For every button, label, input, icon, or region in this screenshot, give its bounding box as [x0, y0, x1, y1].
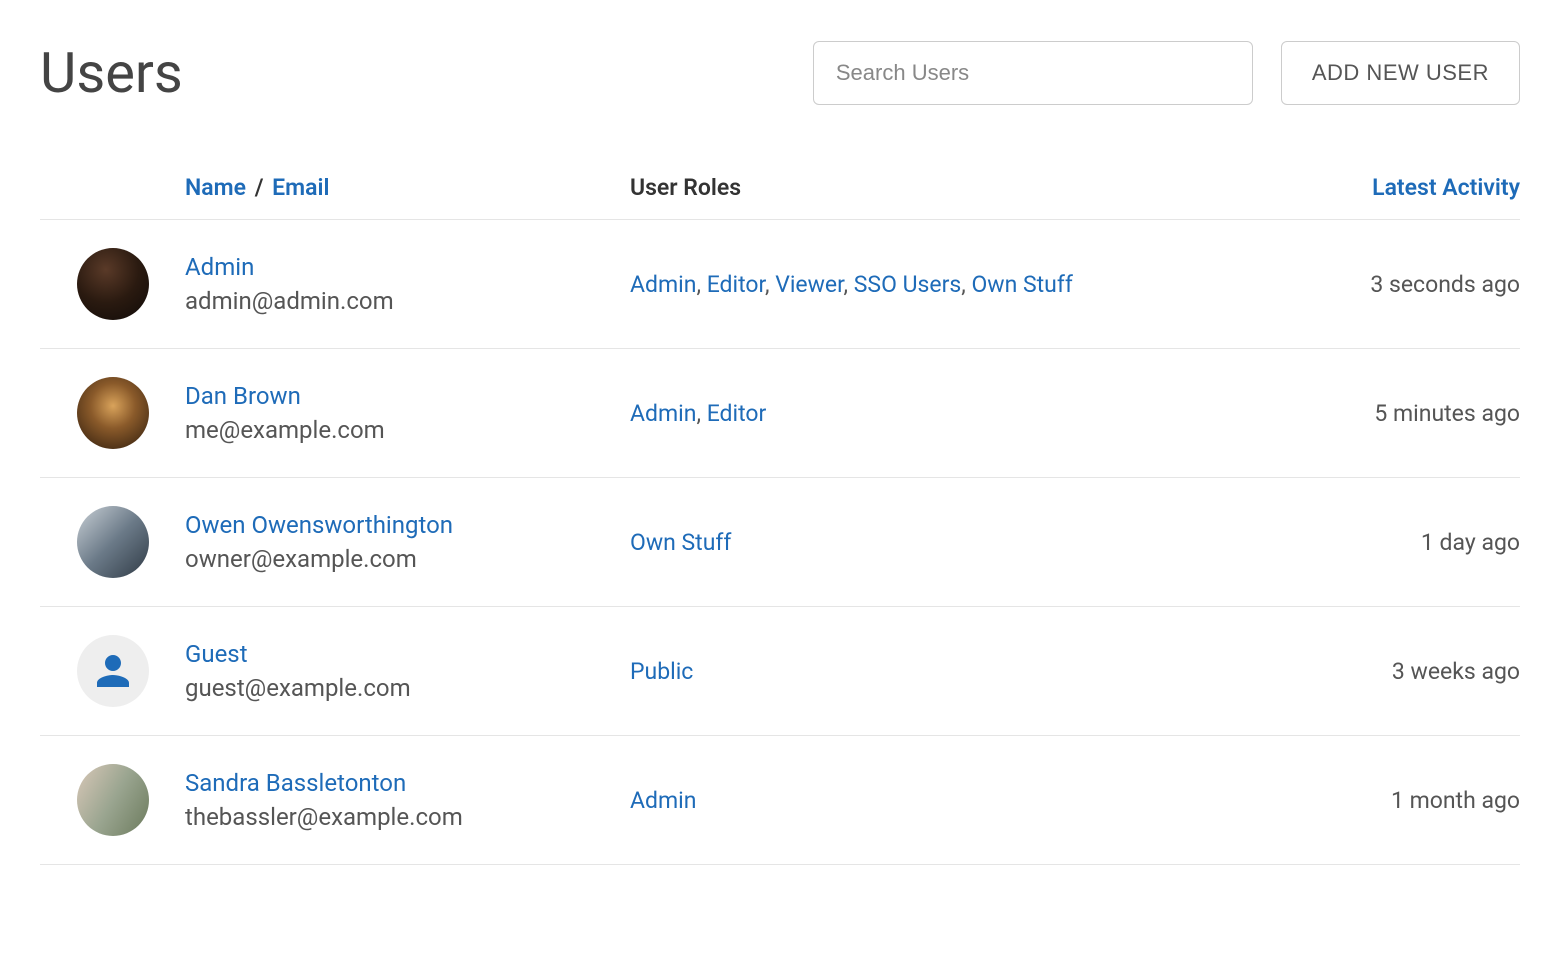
- user-name-link[interactable]: Admin: [185, 253, 630, 281]
- sort-by-activity[interactable]: Latest Activity: [1372, 174, 1520, 201]
- slash-separator: /: [255, 174, 269, 201]
- table-row: Owen Owensworthington owner@example.comOw…: [40, 478, 1520, 607]
- role-link[interactable]: Own Stuff: [971, 271, 1072, 298]
- role-link[interactable]: Own Stuff: [630, 529, 731, 556]
- user-name-link[interactable]: Dan Brown: [185, 382, 630, 410]
- role-separator: ,: [961, 271, 971, 298]
- column-header-name-email: Name / Email: [185, 174, 630, 201]
- role-separator: ,: [696, 271, 706, 298]
- role-link[interactable]: Editor: [707, 271, 765, 298]
- role-separator: ,: [696, 400, 706, 427]
- roles-cell: Public: [630, 658, 1260, 685]
- page-header: Users ADD NEW USER: [40, 40, 1520, 106]
- avatar-cell: [40, 506, 185, 578]
- sort-by-name[interactable]: Name: [185, 174, 246, 201]
- avatar-cell: [40, 248, 185, 320]
- activity-cell: 1 month ago: [1260, 787, 1520, 814]
- role-link[interactable]: Admin: [630, 271, 696, 298]
- user-name-link[interactable]: Owen Owensworthington: [185, 511, 630, 539]
- column-header-roles: User Roles: [630, 174, 1260, 201]
- header-actions: ADD NEW USER: [813, 41, 1520, 105]
- table-row: Sandra Bassletonton thebassler@example.co…: [40, 736, 1520, 865]
- role-link[interactable]: SSO Users: [854, 271, 962, 298]
- user-email: me@example.com: [185, 416, 630, 444]
- page-title: Users: [40, 40, 183, 106]
- role-separator: ,: [844, 271, 854, 298]
- role-link[interactable]: Editor: [707, 400, 767, 427]
- role-link[interactable]: Admin: [630, 400, 696, 427]
- name-email-cell: Admin admin@admin.com: [185, 253, 630, 315]
- activity-cell: 5 minutes ago: [1260, 400, 1520, 427]
- role-link[interactable]: Public: [630, 658, 693, 685]
- role-separator: ,: [765, 271, 775, 298]
- column-header-activity: Latest Activity: [1260, 174, 1520, 201]
- user-email: guest@example.com: [185, 674, 630, 702]
- user-email: owner@example.com: [185, 545, 630, 573]
- activity-cell: 1 day ago: [1260, 529, 1520, 556]
- roles-cell: Admin, Editor, Viewer, SSO Users, Own St…: [630, 271, 1260, 298]
- avatar: [77, 506, 149, 578]
- sort-by-email[interactable]: Email: [272, 174, 329, 201]
- add-user-button[interactable]: ADD NEW USER: [1281, 41, 1520, 105]
- avatar-cell: [40, 635, 185, 707]
- activity-cell: 3 seconds ago: [1260, 271, 1520, 298]
- avatar: [77, 377, 149, 449]
- role-link[interactable]: Viewer: [775, 271, 843, 298]
- name-email-cell: Sandra Bassletonton thebassler@example.co…: [185, 769, 630, 831]
- avatar: [77, 635, 149, 707]
- table-row: Dan Brownme@example.comAdmin, Editor5 mi…: [40, 349, 1520, 478]
- role-link[interactable]: Admin: [630, 787, 696, 814]
- search-input[interactable]: [813, 41, 1253, 105]
- users-table-body: Adminadmin@admin.comAdmin, Editor, Viewe…: [40, 220, 1520, 865]
- name-email-cell: Guest guest@example.com: [185, 640, 630, 702]
- activity-cell: 3 weeks ago: [1260, 658, 1520, 685]
- avatar-cell: [40, 764, 185, 836]
- avatar: [77, 248, 149, 320]
- user-name-link[interactable]: Guest: [185, 640, 630, 668]
- user-name-link[interactable]: Sandra Bassletonton: [185, 769, 630, 797]
- roles-cell: Admin: [630, 787, 1260, 814]
- user-email: thebassler@example.com: [185, 803, 630, 831]
- user-email: admin@admin.com: [185, 287, 630, 315]
- roles-cell: Own Stuff: [630, 529, 1260, 556]
- roles-cell: Admin, Editor: [630, 400, 1260, 427]
- person-icon: [89, 647, 137, 695]
- avatar: [77, 764, 149, 836]
- table-header: Name / Email User Roles Latest Activity: [40, 156, 1520, 220]
- name-email-cell: Dan Brown me@example.com: [185, 382, 630, 444]
- table-row: Guest guest@example.comPublic 3 weeks ago: [40, 607, 1520, 736]
- name-email-cell: Owen Owensworthington owner@example.com: [185, 511, 630, 573]
- avatar-cell: [40, 377, 185, 449]
- table-row: Adminadmin@admin.comAdmin, Editor, Viewe…: [40, 220, 1520, 349]
